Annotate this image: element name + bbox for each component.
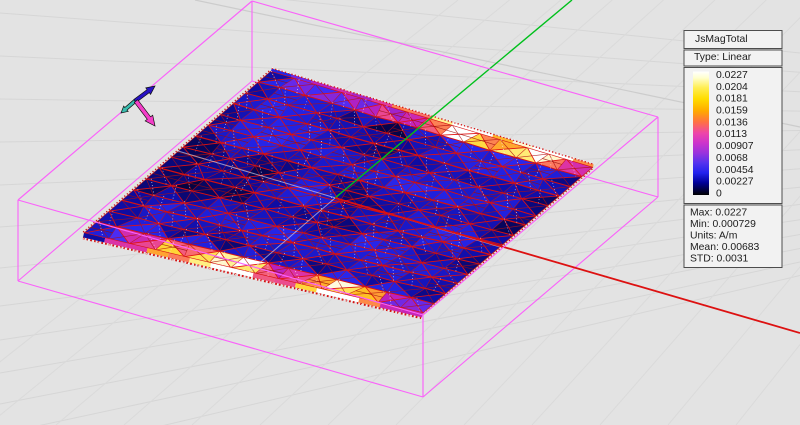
svg-text:0.00227: 0.00227: [716, 177, 754, 188]
svg-text:0.0204: 0.0204: [716, 82, 748, 93]
svg-text:Mean: 0.00683: Mean: 0.00683: [690, 242, 760, 253]
svg-text:0.00454: 0.00454: [716, 165, 754, 176]
svg-text:Units: A/m: Units: A/m: [690, 231, 737, 242]
svg-text:0.0136: 0.0136: [716, 117, 748, 128]
svg-text:0.0159: 0.0159: [716, 106, 748, 117]
svg-text:0: 0: [716, 189, 722, 200]
svg-text:0.0181: 0.0181: [716, 94, 748, 105]
svg-text:STD: 0.0031: STD: 0.0031: [690, 254, 749, 265]
svg-text:Min: 0.000729: Min: 0.000729: [690, 219, 756, 230]
svg-text:0.0068: 0.0068: [716, 153, 748, 164]
svg-text:0.00907: 0.00907: [716, 141, 754, 152]
svg-text:Max: 0.0227: Max: 0.0227: [690, 208, 747, 219]
svg-text:JsMagTotal: JsMagTotal: [695, 34, 748, 45]
svg-text:0.0227: 0.0227: [716, 70, 748, 81]
svg-text:Type: Linear: Type: Linear: [694, 52, 752, 63]
svg-text:0.0113: 0.0113: [716, 129, 747, 140]
